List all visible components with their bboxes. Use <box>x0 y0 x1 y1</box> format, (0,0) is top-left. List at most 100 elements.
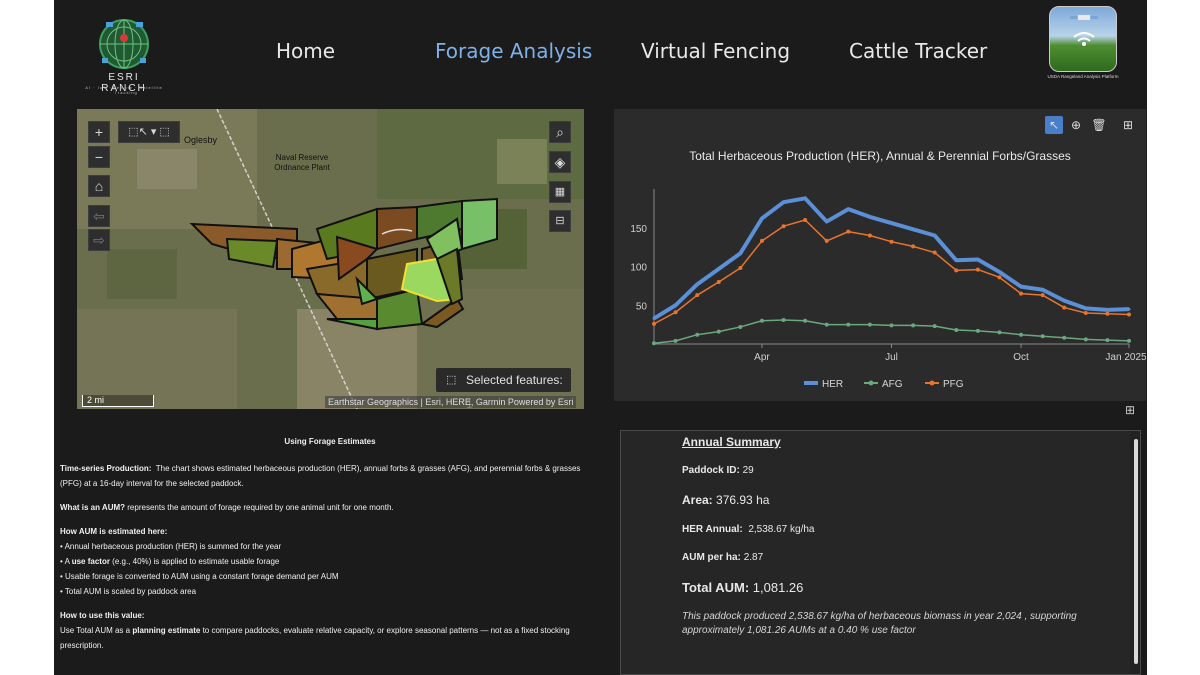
data-point-pfg[interactable] <box>824 238 829 243</box>
zoom-out-button[interactable]: − <box>88 146 110 168</box>
data-point-afg[interactable] <box>1062 335 1067 340</box>
data-point-afg[interactable] <box>1127 338 1131 343</box>
data-point-pfg[interactable] <box>1040 293 1045 298</box>
data-point-pfg[interactable] <box>867 233 872 238</box>
data-point-pfg[interactable] <box>911 244 916 249</box>
data-point-afg[interactable] <box>932 324 937 329</box>
data-point-pfg[interactable] <box>889 239 894 244</box>
series-line-her[interactable] <box>652 196 1130 321</box>
data-point-afg[interactable] <box>954 328 959 333</box>
data-point-afg[interactable] <box>1019 332 1024 337</box>
data-point-afg[interactable] <box>738 324 743 329</box>
data-point-afg[interactable] <box>889 323 894 328</box>
panel-grid-icon[interactable]: ⊞ <box>1125 403 1141 419</box>
nav-forage-analysis[interactable]: Forage Analysis <box>435 39 592 63</box>
data-point-afg[interactable] <box>759 318 764 323</box>
data-point-pfg[interactable] <box>1105 311 1110 316</box>
data-point-pfg[interactable] <box>673 310 678 315</box>
data-point-pfg[interactable] <box>716 280 721 284</box>
data-point-pfg[interactable] <box>1062 305 1067 310</box>
data-point-her[interactable] <box>1019 285 1023 289</box>
data-point-her[interactable] <box>1105 308 1109 312</box>
data-point-pfg[interactable] <box>932 250 937 255</box>
nav-cattle-tracker[interactable]: Cattle Tracker <box>849 39 987 63</box>
data-point-her[interactable] <box>846 207 850 211</box>
data-point-pfg[interactable] <box>738 266 743 271</box>
home-button[interactable]: ⌂ <box>88 175 110 197</box>
data-point-pfg[interactable] <box>759 238 764 243</box>
data-point-her[interactable] <box>738 251 742 255</box>
selected-features-indicator[interactable]: ⬚ Selected features: 1 <box>436 368 571 409</box>
data-point-her[interactable] <box>1084 306 1088 310</box>
forward-button[interactable]: ⇨ <box>88 229 110 251</box>
usda-rap-logo[interactable] <box>1049 6 1117 72</box>
data-point-her[interactable] <box>674 303 678 307</box>
scrollbar-thumb[interactable] <box>1134 439 1138 664</box>
esri-ranch-logo[interactable]: ESRI RANCH AI · IoT · Remote · Satellite… <box>84 14 164 95</box>
data-point-her[interactable] <box>652 316 656 320</box>
summary-aum-ha: AUM per ha: 2.87 <box>682 552 763 563</box>
summary-note: This paddock produced 2,538.67 kg/ha of … <box>682 611 1077 636</box>
data-point-afg[interactable] <box>867 322 872 327</box>
data-point-afg[interactable] <box>695 332 700 337</box>
data-point-afg[interactable] <box>673 338 678 343</box>
data-point-pfg[interactable] <box>781 224 786 229</box>
measure-button[interactable]: ⊟ <box>549 210 571 232</box>
qr-button[interactable]: ▦ <box>549 181 571 203</box>
data-point-afg[interactable] <box>781 317 786 322</box>
data-point-her[interactable] <box>760 216 764 220</box>
data-point-her[interactable] <box>997 270 1001 274</box>
data-point-her[interactable] <box>954 258 958 262</box>
back-button[interactable]: ⇦ <box>88 205 110 227</box>
data-point-her[interactable] <box>825 220 829 224</box>
nav-home[interactable]: Home <box>276 39 335 63</box>
layers-button[interactable]: ◈ <box>549 151 571 173</box>
annual-summary-panel[interactable]: Annual Summary Paddock ID: 29 Area: 376.… <box>620 430 1141 675</box>
data-point-her[interactable] <box>1041 288 1045 292</box>
select-tool-button[interactable]: ⬚↖ ▾ ⬚ <box>118 121 180 143</box>
legend-item-her[interactable]: HER <box>804 379 843 390</box>
data-point-pfg[interactable] <box>803 218 808 222</box>
summary-scrollbar[interactable] <box>1130 431 1140 674</box>
data-point-afg[interactable] <box>652 341 656 346</box>
data-point-pfg[interactable] <box>975 267 980 272</box>
data-point-her[interactable] <box>868 215 872 219</box>
data-point-her[interactable] <box>1127 307 1131 311</box>
data-point-her[interactable] <box>717 267 721 271</box>
data-point-afg[interactable] <box>975 328 980 333</box>
zoom-in-button[interactable]: + <box>88 121 110 143</box>
data-point-afg[interactable] <box>846 322 851 327</box>
data-point-afg[interactable] <box>803 318 808 323</box>
info-title: Using Forage Estimates <box>284 437 376 446</box>
data-point-pfg[interactable] <box>652 321 656 326</box>
data-point-her[interactable] <box>695 282 699 286</box>
data-point-afg[interactable] <box>1040 334 1045 339</box>
data-point-pfg[interactable] <box>695 293 700 298</box>
data-point-pfg[interactable] <box>1127 312 1131 317</box>
info-use-factor-pre: • A <box>60 557 72 566</box>
nav-virtual-fencing[interactable]: Virtual Fencing <box>641 39 790 63</box>
search-button[interactable]: ⌕ <box>549 121 571 143</box>
data-point-her[interactable] <box>933 234 937 237</box>
data-point-pfg[interactable] <box>846 229 851 234</box>
data-point-afg[interactable] <box>716 329 721 334</box>
forage-map[interactable]: + − ⌂ ⇦ ⇨ ⬚↖ ▾ ⬚ ⌕ ◈ ▦ ⊟ Oglesby Naval R… <box>77 109 584 409</box>
data-point-pfg[interactable] <box>1083 311 1088 315</box>
data-point-pfg[interactable] <box>997 275 1002 280</box>
data-point-her[interactable] <box>782 200 786 204</box>
legend-item-afg[interactable]: AFG <box>864 379 903 390</box>
data-point-afg[interactable] <box>911 323 916 328</box>
data-point-her[interactable] <box>890 221 893 225</box>
series-line-pfg[interactable] <box>653 219 1130 325</box>
data-point-her[interactable] <box>803 196 807 200</box>
data-point-afg[interactable] <box>1105 338 1110 343</box>
data-point-her[interactable] <box>976 258 980 262</box>
data-point-pfg[interactable] <box>1019 291 1024 296</box>
data-point-afg[interactable] <box>1083 337 1088 342</box>
data-point-her[interactable] <box>1062 299 1066 303</box>
data-point-afg[interactable] <box>824 322 829 327</box>
data-point-afg[interactable] <box>997 330 1002 335</box>
data-point-her[interactable] <box>911 227 915 231</box>
legend-item-pfg[interactable]: PFG <box>925 379 964 390</box>
data-point-pfg[interactable] <box>954 268 959 273</box>
